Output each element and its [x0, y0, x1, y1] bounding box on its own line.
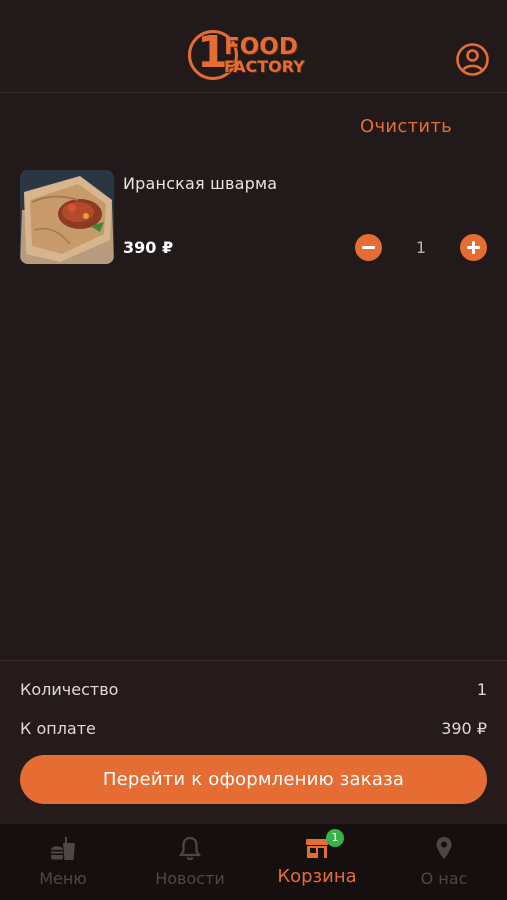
clear-cart-button[interactable]: Очистить — [360, 116, 452, 137]
location-pin-icon — [436, 837, 452, 859]
bottom-tab-bar: Меню Новости Корзина О нас — [0, 824, 507, 900]
tab-cart[interactable]: Корзина — [254, 824, 380, 900]
tab-label: Корзина — [277, 866, 357, 887]
item-quantity: 1 — [415, 238, 427, 257]
decrease-quantity-button[interactable] — [355, 234, 382, 261]
logo-text-factory: FACTORY — [224, 57, 305, 76]
logo-number: 1 — [197, 27, 228, 78]
checkout-button[interactable]: Перейти к оформлению заказа — [20, 755, 487, 804]
app-header: 1 FOOD FACTORY — [0, 0, 507, 93]
food-factory-logo[interactable]: 1 FOOD FACTORY — [188, 27, 318, 84]
order-summary: Количество 1 К оплате 390 ₽ Перейти к оф… — [0, 660, 507, 825]
quantity-value: 1 — [476, 680, 487, 699]
increase-quantity-button[interactable] — [460, 234, 487, 261]
total-label: К оплате — [20, 719, 96, 738]
user-profile-icon — [456, 43, 489, 76]
total-value: 390 ₽ — [441, 719, 487, 738]
tab-news[interactable]: Новости — [127, 824, 253, 900]
logo-text-food: FOOD — [224, 34, 298, 60]
item-name: Иранская шварма — [123, 174, 278, 193]
profile-button[interactable] — [455, 42, 490, 77]
tab-label: Новости — [155, 869, 225, 888]
tab-label: Меню — [39, 869, 87, 888]
item-price: 390 ₽ — [123, 238, 174, 257]
cart-count-badge: 1 — [326, 829, 344, 847]
tab-about[interactable]: О нас — [381, 824, 507, 900]
cart-item: Иранская шварма 390 ₽ 1 — [20, 170, 490, 266]
tab-label: О нас — [420, 869, 468, 888]
burger-drink-icon — [51, 837, 75, 860]
quantity-label: Количество — [20, 680, 119, 699]
shawarma-image — [20, 170, 114, 264]
tab-menu[interactable]: Меню — [0, 824, 126, 900]
bell-icon — [179, 836, 201, 861]
